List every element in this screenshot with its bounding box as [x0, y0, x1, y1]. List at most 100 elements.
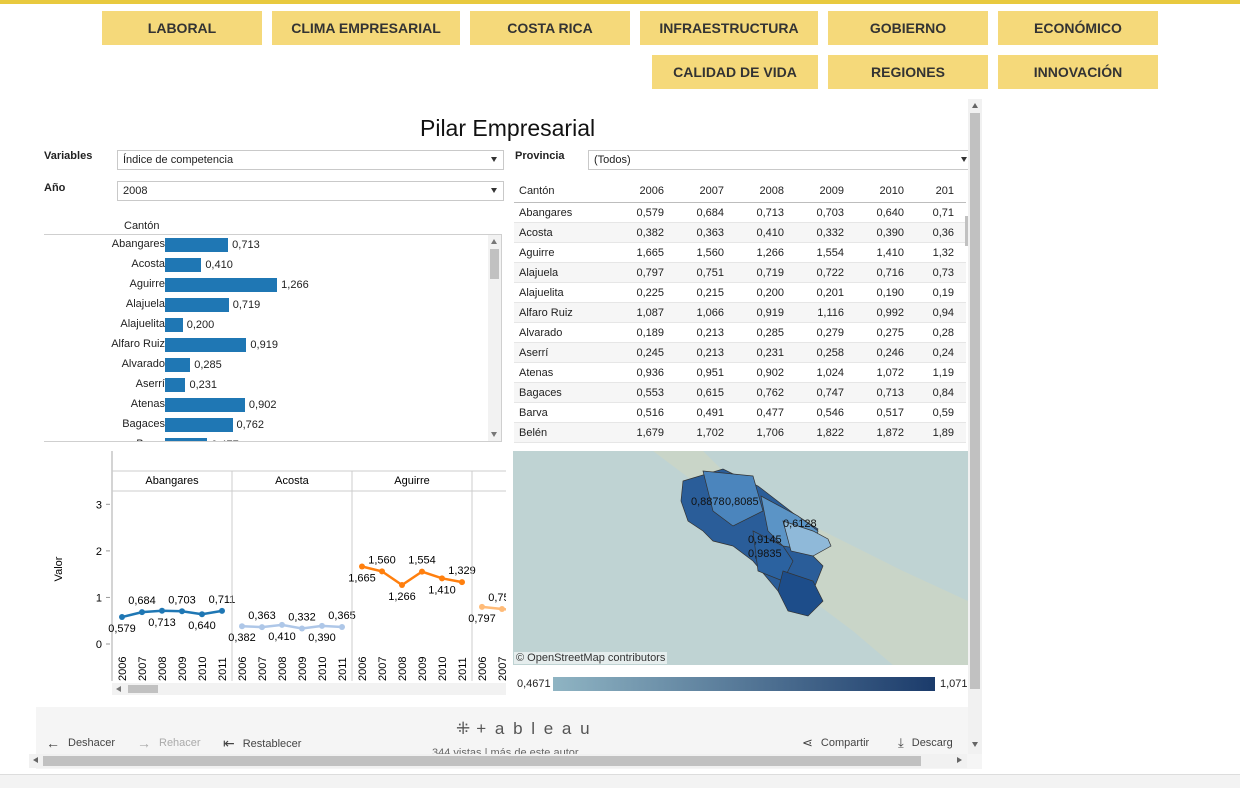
- bar[interactable]: [165, 438, 208, 441]
- data-point[interactable]: [359, 563, 365, 570]
- bar[interactable]: [165, 258, 202, 272]
- tableau-logo[interactable]: ⁜ + a b l e a u: [456, 719, 592, 739]
- bar-category-label: Aserrí: [135, 378, 165, 390]
- line-chart-scrollbar[interactable]: [112, 683, 506, 695]
- bar-row[interactable]: Barva 0,477: [44, 435, 487, 441]
- nav-button[interactable]: CLIMA EMPRESARIAL: [272, 11, 460, 45]
- bar-row[interactable]: Atenas 0,902: [44, 395, 487, 415]
- column-header[interactable]: Cantón: [519, 185, 554, 197]
- nav-button[interactable]: LABORAL: [102, 11, 262, 45]
- bar[interactable]: [165, 298, 229, 312]
- bar-row[interactable]: Alvarado 0,285: [44, 355, 487, 375]
- data-point[interactable]: [339, 624, 345, 631]
- table-row[interactable]: Abangares 0,579 0,684 0,713 0,703 0,640 0,71: [514, 203, 966, 223]
- map-credit[interactable]: © OpenStreetMap contributors: [514, 652, 668, 664]
- scroll-up-icon[interactable]: [491, 239, 497, 244]
- column-header[interactable]: 2010: [864, 185, 904, 197]
- table-row[interactable]: Aguirre 1,665 1,560 1,266 1,554 1,410 1,32: [514, 243, 966, 263]
- year-dropdown[interactable]: 2008: [117, 181, 504, 201]
- data-point[interactable]: [139, 609, 145, 616]
- column-header[interactable]: 2006: [624, 185, 664, 197]
- bar-row[interactable]: Bagaces 0,762: [44, 415, 487, 435]
- data-point[interactable]: [419, 568, 425, 575]
- scroll-thumb[interactable]: [128, 685, 158, 693]
- scroll-down-icon[interactable]: [972, 742, 978, 747]
- bar-row[interactable]: Abangares 0,713: [44, 235, 487, 255]
- scroll-right-icon[interactable]: [957, 757, 962, 763]
- data-point[interactable]: [119, 614, 125, 621]
- scroll-down-icon[interactable]: [491, 432, 497, 437]
- scroll-thumb[interactable]: [43, 756, 921, 766]
- bar[interactable]: [165, 278, 278, 292]
- table-row[interactable]: Alfaro Ruiz 1,087 1,066 0,919 1,116 0,992 0,94: [514, 303, 966, 323]
- bar[interactable]: [165, 378, 186, 392]
- bar[interactable]: [165, 358, 191, 372]
- table-row[interactable]: Bagaces 0,553 0,615 0,762 0,747 0,713 0,84: [514, 383, 966, 403]
- page-vertical-scrollbar[interactable]: [968, 99, 982, 754]
- table-row[interactable]: Aserrí 0,245 0,213 0,231 0,258 0,246 0,24: [514, 343, 966, 363]
- data-point[interactable]: [179, 608, 185, 615]
- download-button[interactable]: ⤓ Descarg: [898, 735, 953, 751]
- bar-row[interactable]: Alajuela 0,719: [44, 295, 487, 315]
- bar-row[interactable]: Aguirre 1,266: [44, 275, 487, 295]
- table-row[interactable]: Alajuela 0,797 0,751 0,719 0,722 0,716 0,73: [514, 263, 966, 283]
- table-row[interactable]: Alvarado 0,189 0,213 0,285 0,279 0,275 0,28: [514, 323, 966, 343]
- bar[interactable]: [165, 418, 233, 432]
- table-row[interactable]: Belén 1,679 1,702 1,706 1,822 1,872 1,89: [514, 423, 966, 443]
- data-point[interactable]: [239, 623, 245, 630]
- nav-button[interactable]: CALIDAD DE VIDA: [652, 55, 818, 89]
- data-point[interactable]: [299, 625, 305, 632]
- data-point[interactable]: [439, 575, 445, 582]
- variables-dropdown[interactable]: Índice de competencia: [117, 150, 504, 170]
- data-point[interactable]: [159, 607, 165, 614]
- table-row[interactable]: Atenas 0,936 0,951 0,902 1,024 1,072 1,19: [514, 363, 966, 383]
- scroll-left-icon[interactable]: [33, 757, 38, 763]
- map-view[interactable]: 0,8878 0,8085 0,6128 0,9145 0,9835 © Ope…: [513, 451, 968, 665]
- nav-button[interactable]: GOBIERNO: [828, 11, 988, 45]
- column-header[interactable]: 2009: [804, 185, 844, 197]
- nav-button[interactable]: COSTA RICA: [470, 11, 630, 45]
- data-point[interactable]: [279, 621, 285, 628]
- undo-button[interactable]: ← Deshacer: [46, 735, 115, 751]
- bar-row[interactable]: Alfaro Ruiz 0,919: [44, 335, 487, 355]
- bar-row[interactable]: Alajuelita 0,200: [44, 315, 487, 335]
- series-line[interactable]: [241, 623, 343, 630]
- series-line[interactable]: [361, 565, 463, 587]
- data-point[interactable]: [379, 568, 385, 575]
- column-header[interactable]: 201: [914, 185, 954, 197]
- nav-button[interactable]: ECONÓMICO: [998, 11, 1158, 45]
- provincia-dropdown[interactable]: (Todos): [588, 150, 974, 170]
- data-point[interactable]: [219, 607, 225, 614]
- table-row[interactable]: Barva 0,516 0,491 0,477 0,546 0,517 0,59: [514, 403, 966, 423]
- bar-category-label: Alvarado: [121, 358, 165, 370]
- share-button[interactable]: ⋖ Compartir: [802, 735, 869, 751]
- bar-chart-scrollbar[interactable]: [488, 235, 501, 441]
- data-point[interactable]: [259, 624, 265, 631]
- scroll-thumb[interactable]: [490, 249, 499, 279]
- column-header[interactable]: 2007: [684, 185, 724, 197]
- nav-button[interactable]: REGIONES: [828, 55, 988, 89]
- data-point[interactable]: [479, 603, 485, 610]
- bar[interactable]: [165, 338, 247, 352]
- reset-button[interactable]: ⇤ Restablecer: [223, 735, 301, 752]
- table-row[interactable]: Acosta 0,382 0,363 0,410 0,332 0,390 0,36: [514, 223, 966, 243]
- bar[interactable]: [165, 398, 245, 412]
- table-row[interactable]: Alajuelita 0,225 0,215 0,200 0,201 0,190 0,19: [514, 283, 966, 303]
- table-cell: 0,992: [876, 307, 904, 319]
- data-point[interactable]: [459, 579, 465, 586]
- nav-button[interactable]: INNOVACIÓN: [998, 55, 1158, 89]
- page-horizontal-scrollbar[interactable]: [29, 754, 967, 768]
- column-header[interactable]: 2008: [744, 185, 784, 197]
- bar-row[interactable]: Acosta 0,410: [44, 255, 487, 275]
- data-point[interactable]: [319, 622, 325, 629]
- scroll-up-icon[interactable]: [972, 103, 978, 108]
- bar[interactable]: [165, 238, 229, 252]
- data-point[interactable]: [399, 582, 405, 589]
- bar[interactable]: [165, 318, 183, 332]
- nav-button[interactable]: INFRAESTRUCTURA: [640, 11, 818, 45]
- data-point[interactable]: [499, 606, 505, 613]
- bar-row[interactable]: Aserrí 0,231: [44, 375, 487, 395]
- data-point[interactable]: [199, 611, 205, 618]
- redo-button[interactable]: → Rehacer: [137, 735, 201, 751]
- scroll-thumb[interactable]: [970, 113, 980, 689]
